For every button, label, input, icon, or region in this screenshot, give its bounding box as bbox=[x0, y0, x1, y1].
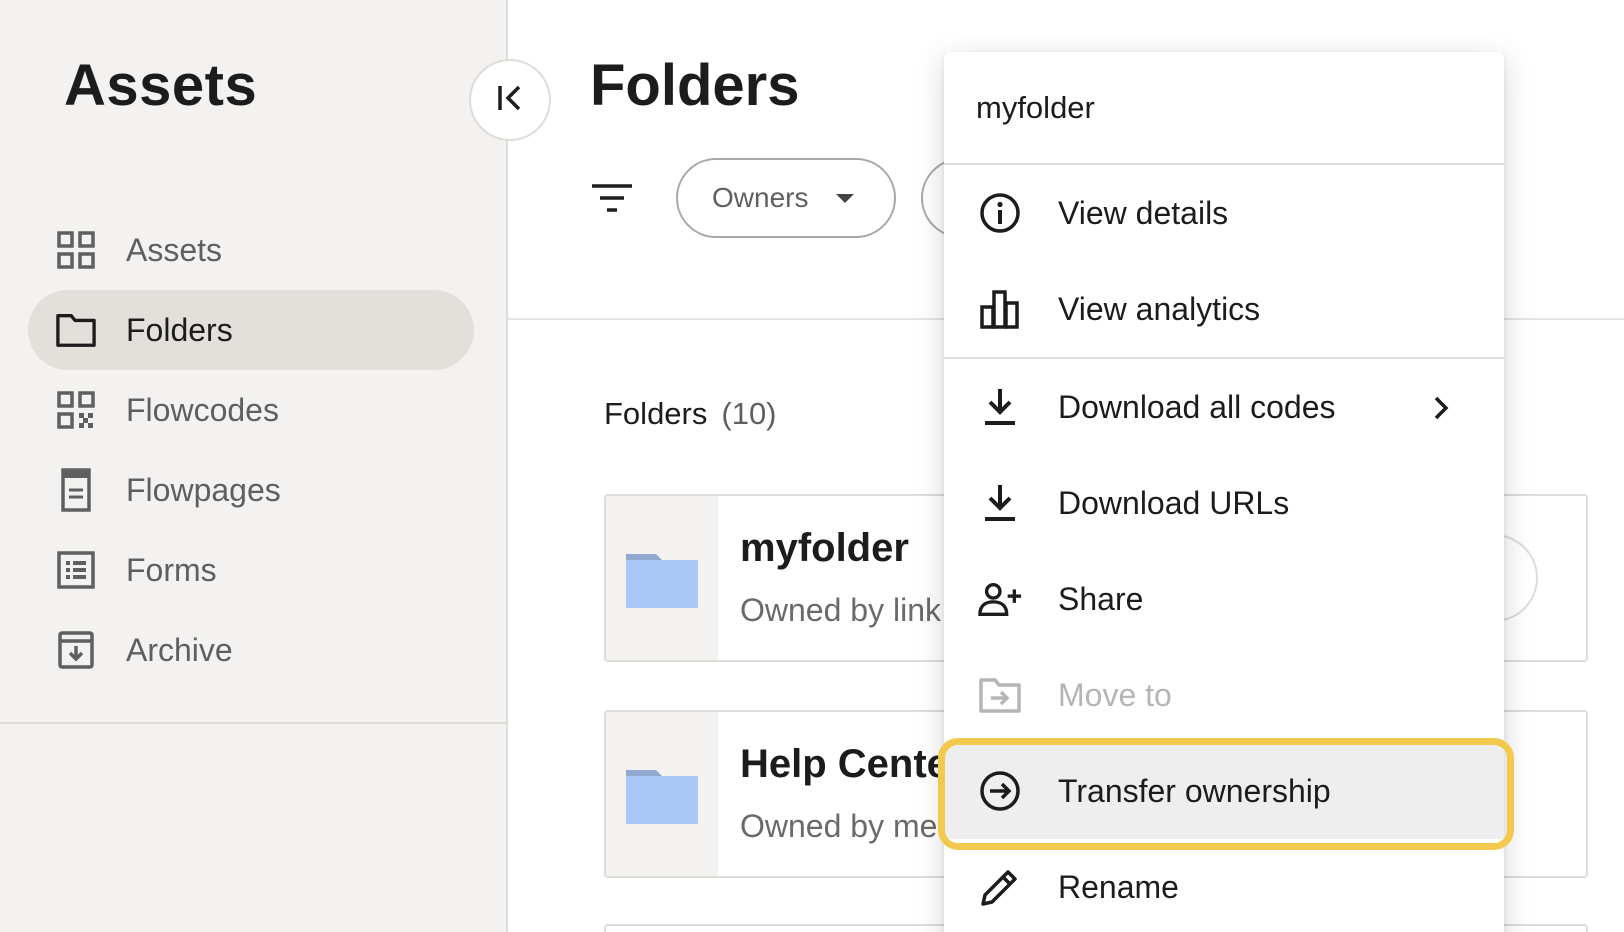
menu-item-share[interactable]: Share bbox=[944, 551, 1504, 647]
sidebar-item-label: Assets bbox=[126, 231, 223, 268]
download-icon bbox=[978, 385, 1022, 429]
filter-icon[interactable] bbox=[590, 178, 634, 218]
arrow-circle-icon bbox=[978, 769, 1022, 813]
folder-owner: Owned by link bbox=[740, 592, 941, 628]
folder-icon bbox=[626, 554, 698, 608]
menu-item-label: Move to bbox=[1058, 676, 1172, 713]
sidebar-item-label: Flowcodes bbox=[126, 391, 279, 428]
folder-context-menu: myfolder View details View analytics Dow… bbox=[944, 52, 1504, 932]
collapse-sidebar-button[interactable] bbox=[469, 59, 551, 141]
analytics-icon bbox=[978, 287, 1022, 331]
sidebar-item-folders[interactable]: Folders bbox=[28, 290, 474, 370]
folder-icon bbox=[56, 310, 96, 350]
menu-item-label: View details bbox=[1058, 194, 1229, 231]
context-menu-title: myfolder bbox=[944, 52, 1504, 165]
sidebar-item-flowcodes[interactable]: Flowcodes bbox=[28, 370, 474, 450]
menu-item-label: Share bbox=[1058, 580, 1144, 617]
sidebar-item-label: Archive bbox=[126, 631, 233, 668]
folder-thumbnail bbox=[606, 496, 718, 660]
folder-icon bbox=[626, 770, 698, 824]
chevron-down-icon bbox=[836, 193, 855, 203]
archive-icon bbox=[56, 630, 96, 670]
qr-code-icon bbox=[56, 390, 96, 430]
menu-item-transfer-ownership[interactable]: Transfer ownership bbox=[944, 743, 1504, 839]
menu-item-label: Download all codes bbox=[1058, 388, 1336, 425]
move-folder-icon bbox=[978, 673, 1022, 717]
sidebar-item-archive[interactable]: Archive bbox=[28, 610, 474, 690]
owners-filter-dropdown[interactable]: Owners bbox=[676, 158, 896, 238]
menu-item-move-to: Move to bbox=[944, 647, 1504, 743]
sidebar-divider bbox=[0, 722, 508, 724]
info-icon bbox=[978, 191, 1022, 235]
download-icon bbox=[978, 481, 1022, 525]
menu-item-label: View analytics bbox=[1058, 290, 1261, 327]
page-title: Folders bbox=[590, 53, 800, 118]
menu-item-label: Rename bbox=[1058, 868, 1179, 905]
page-icon bbox=[56, 468, 96, 512]
menu-item-download-all-codes[interactable]: Download all codes bbox=[944, 359, 1504, 455]
menu-item-label: Transfer ownership bbox=[1058, 772, 1331, 809]
sidebar-item-label: Flowpages bbox=[126, 471, 281, 508]
sidebar-title: Assets bbox=[64, 53, 258, 118]
sidebar-item-forms[interactable]: Forms bbox=[28, 530, 474, 610]
sidebar: Assets Assets Folders Flowcodes Flowpage… bbox=[0, 0, 508, 932]
owners-filter-label: Owners bbox=[712, 182, 809, 213]
section-heading: Folders (10) bbox=[604, 396, 777, 432]
sidebar-nav: Assets Folders Flowcodes Flowpages Forms bbox=[28, 210, 474, 690]
folder-owner: Owned by me bbox=[740, 808, 938, 844]
sidebar-item-flowpages[interactable]: Flowpages bbox=[28, 450, 474, 530]
section-label: Folders bbox=[604, 396, 708, 431]
pencil-icon bbox=[978, 865, 1022, 909]
menu-item-download-urls[interactable]: Download URLs bbox=[944, 455, 1504, 551]
add-person-icon bbox=[978, 577, 1022, 621]
form-list-icon bbox=[56, 550, 96, 590]
folder-name: myfolder bbox=[740, 526, 909, 570]
sidebar-item-label: Folders bbox=[126, 311, 233, 348]
chevron-right-icon bbox=[1432, 393, 1450, 430]
menu-item-rename[interactable]: Rename bbox=[944, 839, 1504, 932]
menu-item-view-details[interactable]: View details bbox=[944, 165, 1504, 261]
collapse-left-icon bbox=[495, 83, 525, 118]
menu-item-label: Download URLs bbox=[1058, 484, 1290, 521]
folder-name: Help Center bbox=[740, 742, 965, 786]
grid-icon bbox=[56, 230, 96, 270]
section-count: (10) bbox=[721, 396, 777, 431]
folder-thumbnail bbox=[606, 712, 718, 876]
menu-item-view-analytics[interactable]: View analytics bbox=[944, 261, 1504, 357]
sidebar-item-label: Forms bbox=[126, 551, 217, 588]
sidebar-item-assets[interactable]: Assets bbox=[28, 210, 474, 290]
